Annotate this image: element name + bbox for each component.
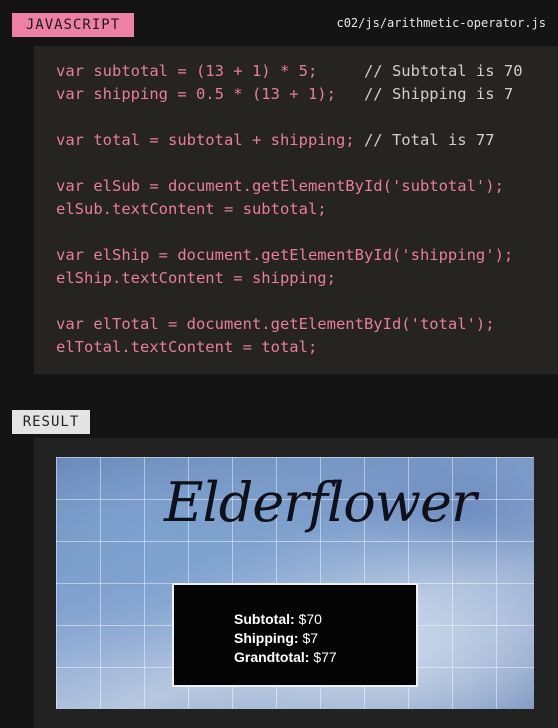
code-comment: // Subtotal is 70: [363, 62, 523, 80]
subtotal-value: $70: [298, 611, 322, 627]
code-line: var elTotal = document.getElementById('t…: [56, 313, 523, 336]
code-line: elShip.textContent = shipping;: [56, 267, 523, 290]
shipping-label: Shipping:: [234, 630, 299, 646]
code-text: var total = subtotal + shipping;: [56, 131, 364, 149]
shipping-row: Shipping: $7: [234, 629, 337, 648]
totals-list: Subtotal: $70 Shipping: $7 Grandtotal: $…: [234, 610, 337, 667]
subtotal-label: Subtotal:: [234, 611, 295, 627]
subtotal-row: Subtotal: $70: [234, 610, 337, 629]
code-panel: var subtotal = (13 + 1) * 5; // Subtotal…: [34, 46, 558, 374]
code-text: var shipping = 0.5 * (13 + 1);: [56, 85, 364, 103]
grandtotal-value: $77: [313, 649, 337, 665]
result-preview: Elderflower Subtotal: $70 Shipping: $7 G…: [56, 457, 534, 709]
grandtotal-row: Grandtotal: $77: [234, 648, 337, 667]
code-text: var elShip = document.getElementById('sh…: [56, 246, 514, 264]
code-text: elTotal.textContent = total;: [56, 338, 318, 356]
totals-box: Subtotal: $70 Shipping: $7 Grandtotal: $…: [172, 583, 418, 687]
code-text: var subtotal = (13 + 1) * 5;: [56, 62, 364, 80]
code-block: var subtotal = (13 + 1) * 5; // Subtotal…: [56, 60, 523, 359]
code-line: elSub.textContent = subtotal;: [56, 198, 523, 221]
code-line: var subtotal = (13 + 1) * 5; // Subtotal…: [56, 60, 523, 83]
code-text: elShip.textContent = shipping;: [56, 269, 336, 287]
code-comment: // Shipping is 7: [363, 85, 514, 103]
code-line: var elSub = document.getElementById('sub…: [56, 175, 523, 198]
javascript-label: JAVASCRIPT: [12, 13, 134, 37]
result-panel: Elderflower Subtotal: $70 Shipping: $7 G…: [34, 438, 558, 728]
file-path: c02/js/arithmetic-operator.js: [336, 16, 546, 30]
grandtotal-label: Grandtotal:: [234, 649, 310, 665]
code-line: var elShip = document.getElementById('sh…: [56, 244, 523, 267]
elderflower-logo: Elderflower: [164, 471, 477, 534]
code-comment: // Total is 77: [363, 131, 495, 149]
shipping-value: $7: [302, 630, 319, 646]
code-line: var shipping = 0.5 * (13 + 1); // Shippi…: [56, 83, 523, 106]
code-line: var total = subtotal + shipping; // Tota…: [56, 129, 523, 152]
code-text: var elTotal = document.getElementById('t…: [56, 315, 495, 333]
code-line: elTotal.textContent = total;: [56, 336, 523, 359]
code-text: elSub.textContent = subtotal;: [56, 200, 327, 218]
code-text: var elSub = document.getElementById('sub…: [56, 177, 504, 195]
result-label: RESULT: [12, 410, 90, 434]
